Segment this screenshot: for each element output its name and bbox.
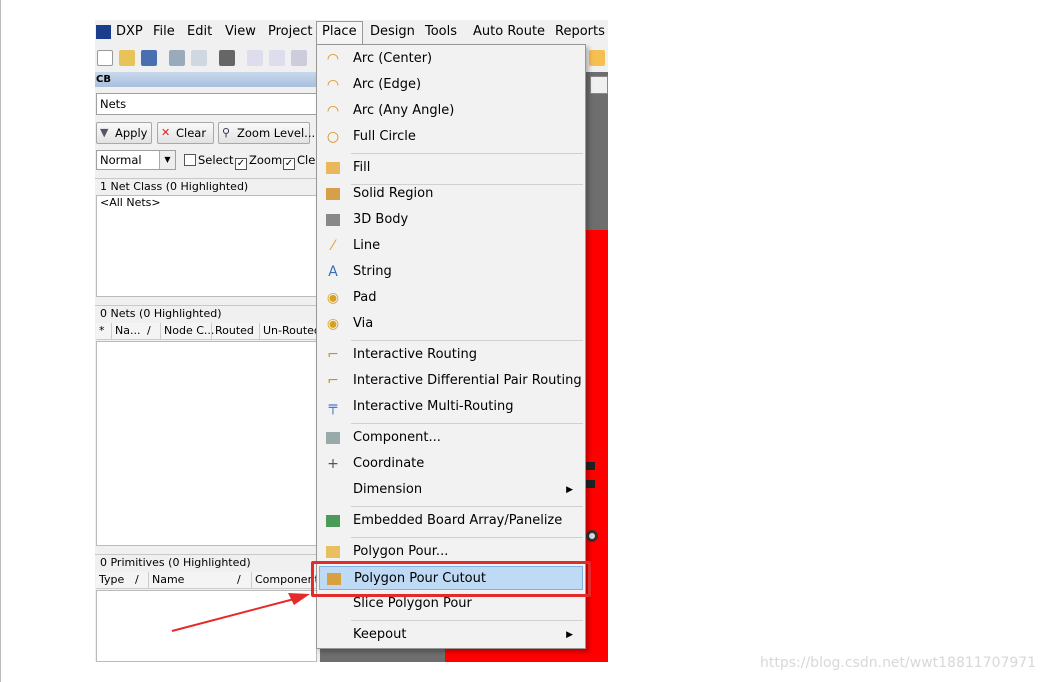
watermark: https://blog.csdn.net/wwt18811707971 bbox=[760, 655, 1037, 671]
screenshot-canvas: DXP File Edit View Project Place Design … bbox=[0, 0, 1040, 682]
annotation-arrow bbox=[171, 593, 310, 632]
